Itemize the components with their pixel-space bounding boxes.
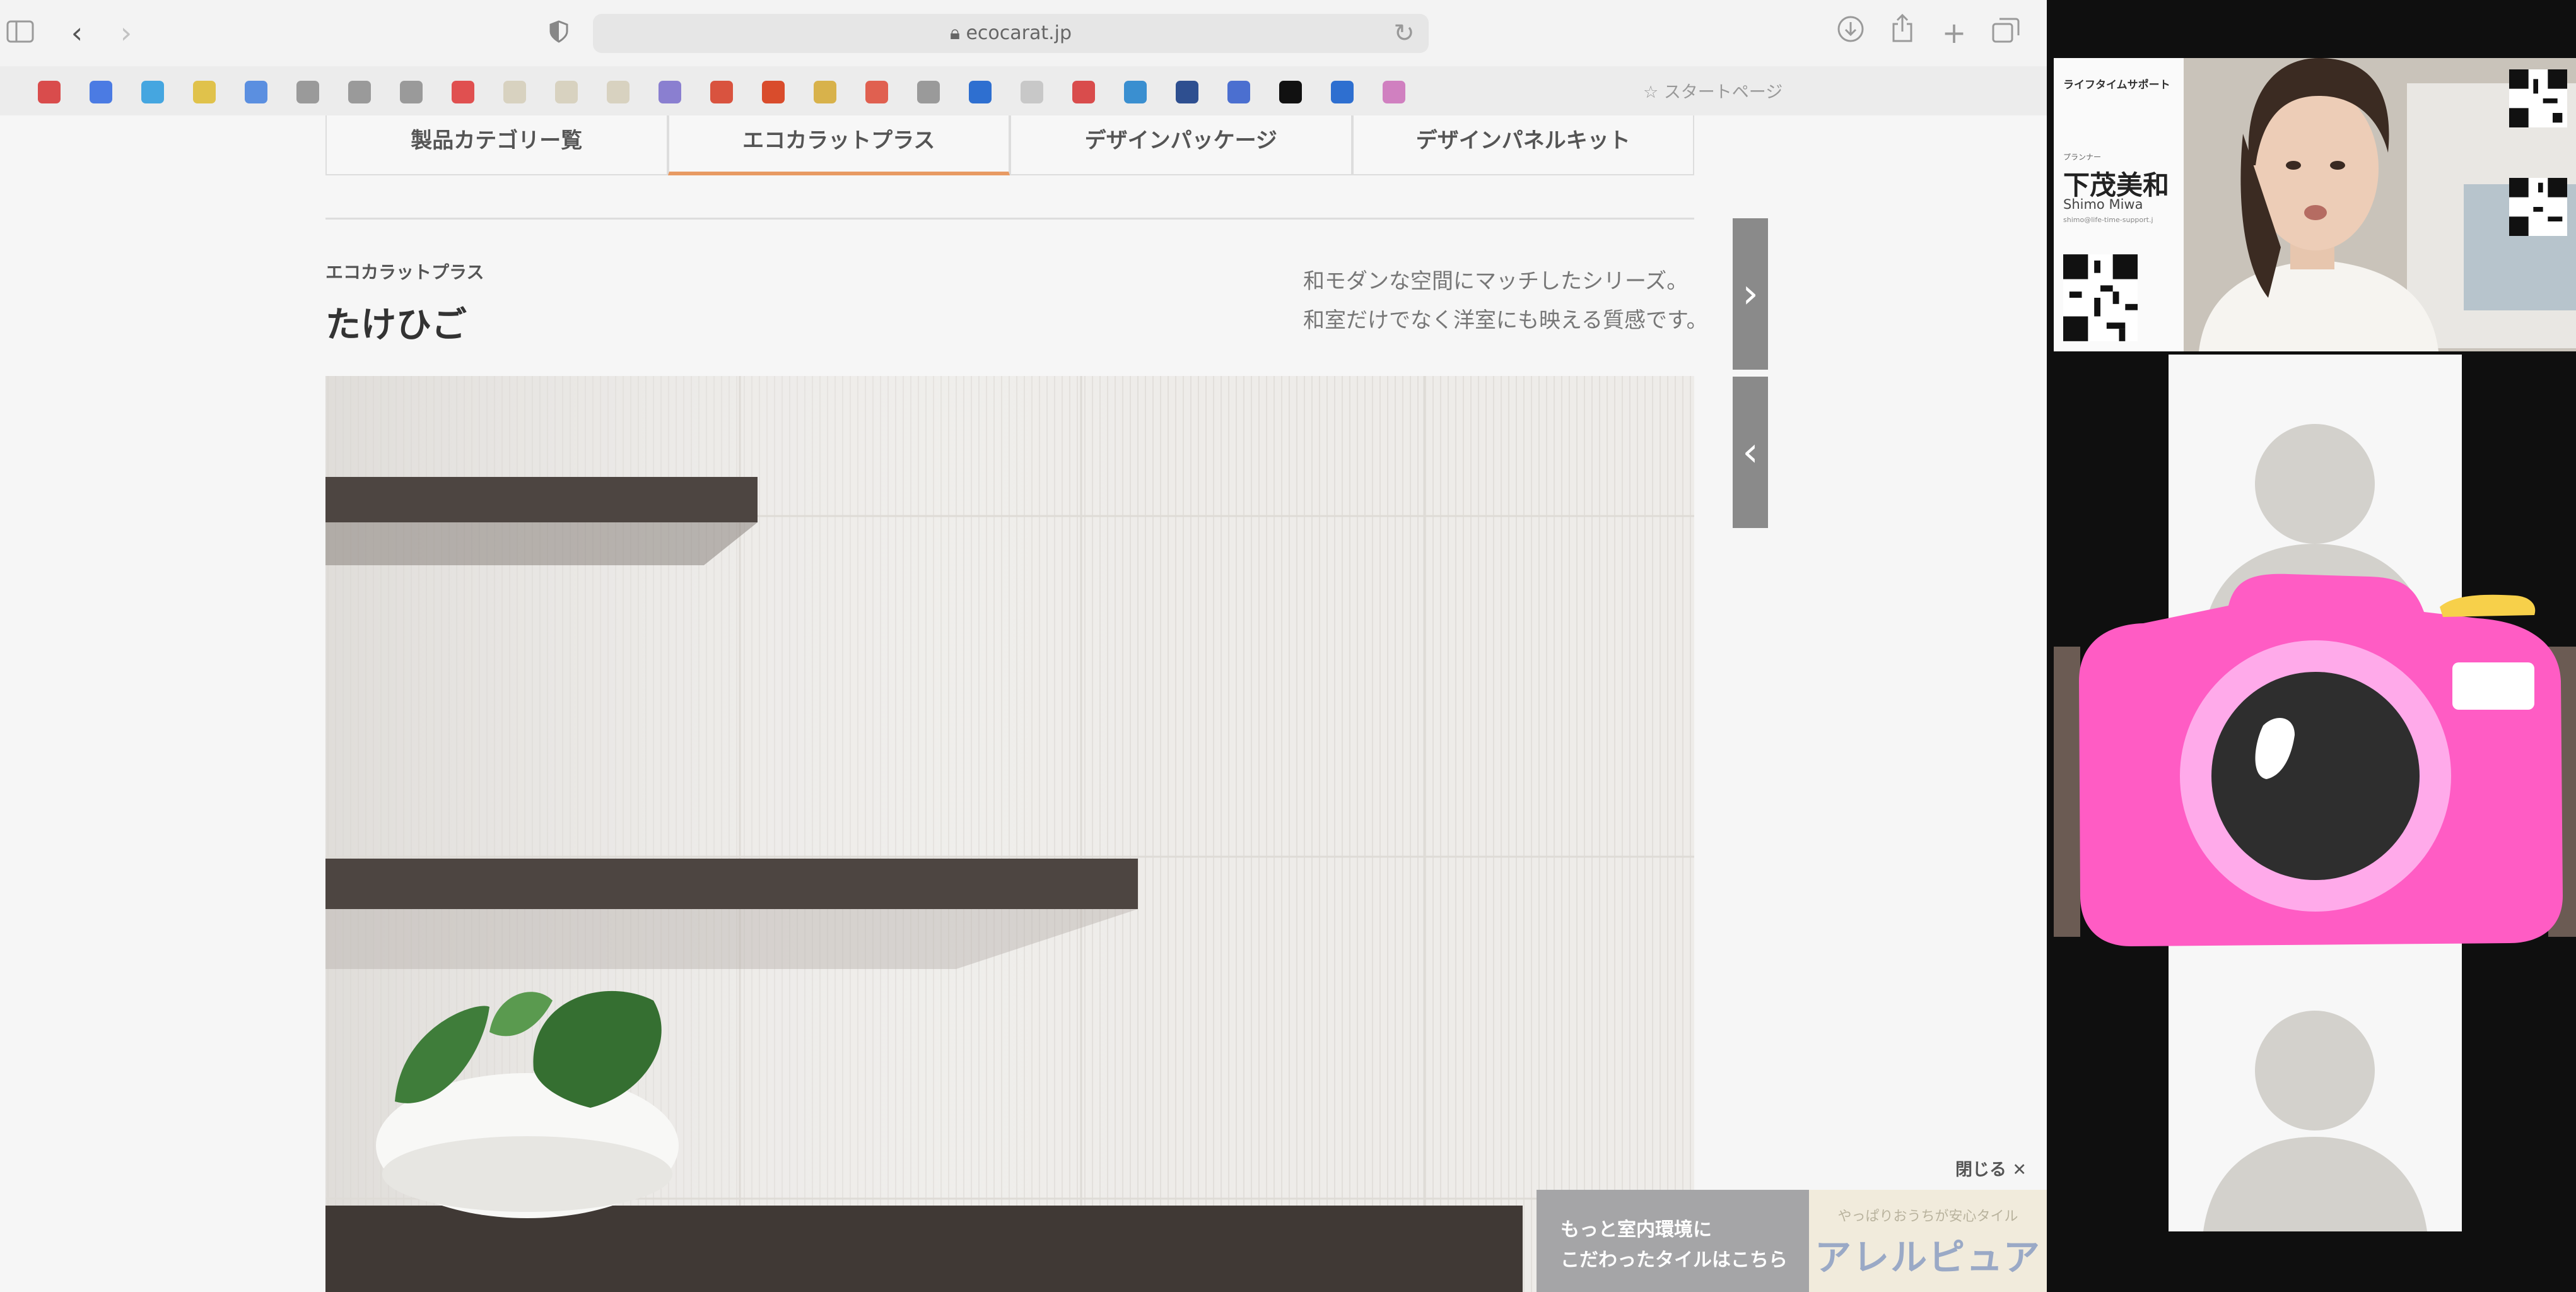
- favorite-icon[interactable]: [193, 81, 216, 103]
- tab-design-panel-kit[interactable]: デザインパネルキット: [1352, 115, 1694, 175]
- lock-icon: 🔒︎: [949, 22, 960, 44]
- plus-icon[interactable]: +: [1935, 14, 1973, 52]
- tab-ecocarat-plus[interactable]: エコカラットプラス: [667, 115, 1010, 175]
- favorite-icon[interactable]: [762, 81, 785, 103]
- reload-icon[interactable]: ↻: [1386, 15, 1422, 52]
- favorite-icon[interactable]: [607, 81, 629, 103]
- sidebar-icon[interactable]: [1, 14, 39, 52]
- favorite-icon[interactable]: [348, 81, 371, 103]
- url-text: ecocarat.jp: [966, 22, 1072, 44]
- description-line-2: 和室だけでなく洋室にも映える質感です。: [1303, 308, 1708, 333]
- favorite-icon[interactable]: [400, 81, 423, 103]
- tabs-icon[interactable]: [1987, 14, 2025, 52]
- card-email: shimo@life-time-support.j: [2063, 216, 2153, 224]
- favorite-icon[interactable]: [1383, 81, 1405, 103]
- back-icon[interactable]: ‹: [58, 14, 96, 52]
- banner-brand-logo: アレルピュア: [1815, 1236, 2041, 1279]
- carousel-prev-button[interactable]: ‹: [1733, 377, 1768, 528]
- close-icon: ✕: [2012, 1160, 2027, 1180]
- forward-icon[interactable]: ›: [107, 14, 145, 52]
- favorite-icon[interactable]: [969, 81, 992, 103]
- start-page-label: スタートページ: [1663, 83, 1783, 102]
- card-name-romaji: Shimo Miwa: [2063, 197, 2143, 212]
- product-hero-image: [325, 376, 1694, 1292]
- tab-design-package[interactable]: デザインパッケージ: [1010, 115, 1352, 175]
- favorite-icon[interactable]: [1176, 81, 1198, 103]
- category-tabs: 製品カテゴリー覧 エコカラットプラス デザインパッケージ デザインパネルキット: [325, 115, 1694, 175]
- favorite-icon[interactable]: [245, 81, 267, 103]
- favorite-icon[interactable]: [296, 81, 319, 103]
- favorite-icon[interactable]: [90, 81, 112, 103]
- favorite-icon[interactable]: [1124, 81, 1147, 103]
- tab-product-categories[interactable]: 製品カテゴリー覧: [325, 115, 668, 175]
- star-icon: ☆: [1643, 83, 1659, 102]
- banner-line-2: こだわったタイルはこちら: [1560, 1249, 1788, 1271]
- favorite-icon[interactable]: [865, 81, 888, 103]
- favorite-icon[interactable]: [503, 81, 526, 103]
- favorite-icon[interactable]: [1072, 81, 1095, 103]
- carousel-next-button[interactable]: ›: [1733, 218, 1768, 370]
- banner-line-1: もっと室内環境に: [1560, 1219, 1712, 1241]
- participant-tile: [2169, 941, 2462, 1231]
- banner-close-link[interactable]: 閉じる ✕: [1955, 1156, 2027, 1180]
- favorite-icon[interactable]: [452, 81, 474, 103]
- address-bar[interactable]: 🔒︎ ecocarat.jp ↻: [593, 14, 1429, 53]
- card-role: プランナー: [2063, 153, 2102, 162]
- speaker-name-card: ライフタイムサポート プランナー 下茂美和 Shimo Miwa shimo@l…: [2054, 58, 2184, 351]
- camera-icon[interactable]: [2074, 568, 2566, 949]
- favorite-icon[interactable]: [555, 81, 578, 103]
- favorite-icon[interactable]: [1021, 81, 1043, 103]
- favorite-icon[interactable]: [141, 81, 164, 103]
- share-icon[interactable]: [1883, 13, 1921, 52]
- favorite-icon[interactable]: [1331, 81, 1354, 103]
- favorite-icon[interactable]: [814, 81, 836, 103]
- qr-code-icon: [2509, 178, 2567, 236]
- browser-toolbar: ‹ › 🔒︎ ecocarat.jp ↻ +: [0, 0, 2047, 66]
- promo-banner-brand[interactable]: やっぱりおうちが安心タイル アレルピュア: [1809, 1190, 2047, 1292]
- favorite-icon[interactable]: [710, 81, 733, 103]
- favorite-icon[interactable]: [659, 81, 681, 103]
- favorite-icon[interactable]: [38, 81, 61, 103]
- start-page-link[interactable]: ☆ スタートページ: [1643, 79, 1783, 106]
- shield-icon[interactable]: [540, 14, 578, 52]
- favorite-icon[interactable]: [1227, 81, 1250, 103]
- banner-tagline: やっぱりおうちが安心タイル: [1837, 1209, 2018, 1224]
- favorite-icon[interactable]: [1279, 81, 1302, 103]
- person-icon: [2203, 1011, 2427, 1231]
- favorite-icon[interactable]: [917, 81, 940, 103]
- card-company-label: ライフタイムサポート: [2063, 79, 2170, 91]
- qr-code-icon: [2063, 254, 2138, 342]
- banner-close-label: 閉じる: [1955, 1160, 2006, 1180]
- section-divider: [325, 218, 1694, 220]
- series-subtitle: エコカラットプラス: [325, 262, 484, 283]
- product-title: たけひご: [325, 305, 467, 346]
- download-icon[interactable]: [1832, 14, 1870, 52]
- description-line-1: 和モダンな空間にマッチしたシリーズ。: [1303, 269, 1689, 294]
- promo-banner-text[interactable]: もっと室内環境に こだわったタイルはこちら: [1537, 1190, 1809, 1292]
- qr-code-icon: [2509, 69, 2567, 127]
